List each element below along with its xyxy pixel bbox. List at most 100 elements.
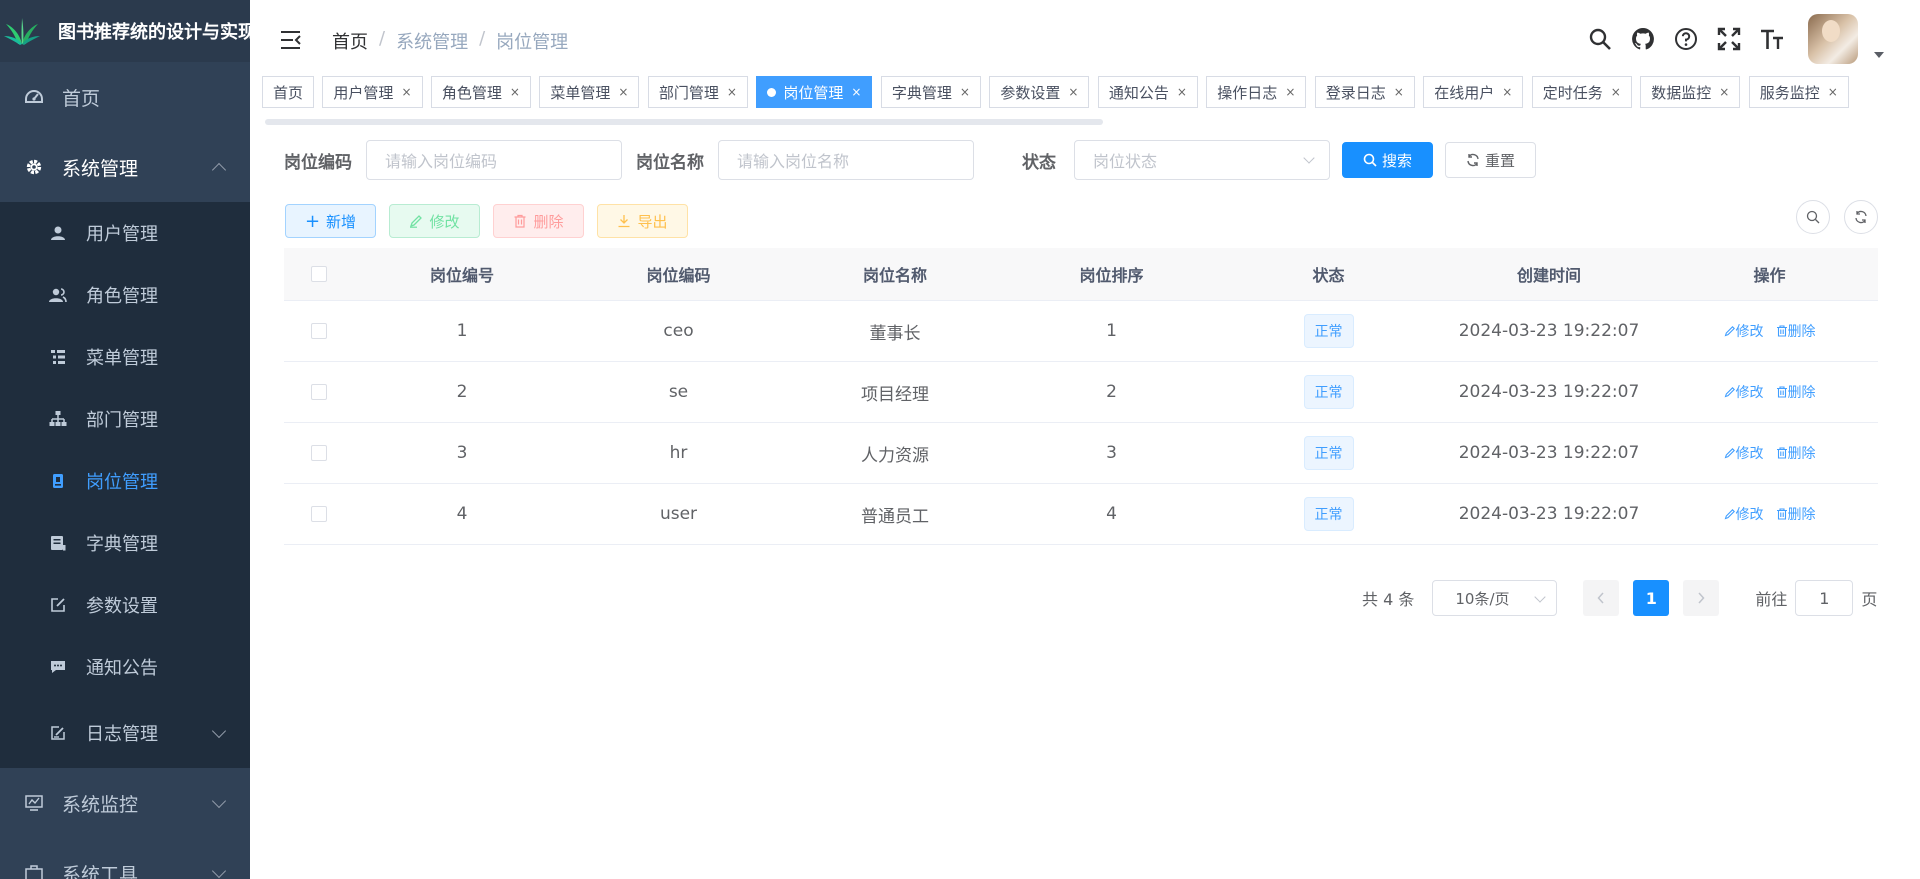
close-icon[interactable]: ×	[1719, 85, 1729, 99]
submenu-system: 用户管理 角色管理 菜单管理 部门管理 岗位管理 字典管理 参数设置 通知公告	[0, 202, 250, 768]
close-icon[interactable]: ×	[1068, 85, 1078, 99]
sidebar-item-menus[interactable]: 菜单管理	[0, 326, 250, 388]
chevron-left-icon	[1597, 592, 1604, 604]
github-icon[interactable]	[1629, 25, 1657, 53]
sidebar-item-system[interactable]: 系统管理	[0, 132, 250, 202]
search-button[interactable]: 搜索	[1342, 142, 1433, 178]
edit-button[interactable]: 修改	[389, 204, 480, 238]
font-size-icon[interactable]	[1758, 25, 1786, 53]
tag-operlog[interactable]: 操作日志 ×	[1206, 76, 1307, 108]
breadcrumb-home[interactable]: 首页	[332, 28, 368, 54]
post-sort: 2	[1106, 382, 1117, 402]
page-number-current[interactable]: 1	[1633, 580, 1670, 616]
row-edit-button[interactable]: 修改	[1724, 443, 1764, 463]
row-delete-button[interactable]: 删除	[1776, 321, 1816, 341]
dict-icon	[48, 533, 68, 553]
tag-druid[interactable]: 数据监控 ×	[1640, 76, 1741, 108]
help-icon[interactable]	[1672, 25, 1700, 53]
tag-online[interactable]: 在线用户 ×	[1423, 76, 1524, 108]
logo[interactable]: 图书推荐统的设计与实现	[0, 0, 250, 62]
close-icon[interactable]: ×	[727, 85, 737, 99]
post-name: 普通员工	[861, 506, 929, 527]
close-icon[interactable]: ×	[1828, 85, 1838, 99]
sidebar-item-logs[interactable]: 日志管理	[0, 698, 250, 768]
page-size-select[interactable]: 10条/页	[1432, 580, 1558, 616]
tag-posts[interactable]: 岗位管理 ×	[756, 76, 873, 108]
delete-button[interactable]: 删除	[493, 204, 584, 238]
add-button[interactable]: + 新增	[285, 204, 376, 238]
row-checkbox[interactable]	[311, 506, 327, 522]
row-edit-button[interactable]: 修改	[1724, 382, 1764, 402]
prev-page-button[interactable]	[1583, 580, 1620, 616]
export-button[interactable]: 导出	[597, 204, 688, 238]
post-id: 4	[456, 504, 468, 524]
close-icon[interactable]: ×	[1285, 85, 1295, 99]
close-icon[interactable]: ×	[618, 85, 628, 99]
tag-config[interactable]: 参数设置 ×	[989, 76, 1090, 108]
tag-notice[interactable]: 通知公告 ×	[1097, 76, 1198, 108]
sidebar-item-dict[interactable]: 字典管理	[0, 512, 250, 574]
tag-roles[interactable]: 角色管理 ×	[430, 76, 531, 108]
avatar[interactable]	[1808, 14, 1858, 64]
close-icon[interactable]: ×	[960, 85, 970, 99]
tag-job[interactable]: 定时任务 ×	[1531, 76, 1632, 108]
sidebar-item-monitor[interactable]: 系统监控	[0, 768, 250, 838]
refresh-table-button[interactable]	[1844, 200, 1878, 234]
toggle-search-button[interactable]	[1796, 200, 1830, 234]
fullscreen-icon[interactable]	[1715, 25, 1743, 53]
row-edit-button[interactable]: 修改	[1724, 321, 1764, 341]
row-delete-button[interactable]: 删除	[1776, 443, 1816, 463]
post-name-input[interactable]: 请输入岗位名称	[718, 140, 974, 180]
sidebar-item-label: 系统管理	[62, 157, 139, 180]
select-all-checkbox[interactable]	[311, 266, 327, 282]
row-checkbox[interactable]	[311, 445, 327, 461]
actions-cell: 修改 删除	[1661, 484, 1878, 544]
reset-button[interactable]: 重置	[1445, 142, 1536, 178]
sidebar-item-roles[interactable]: 角色管理	[0, 264, 250, 326]
delete-button-label: 删除	[533, 212, 564, 231]
status-select[interactable]: 岗位状态	[1074, 140, 1330, 180]
close-icon[interactable]: ×	[1611, 85, 1621, 99]
tag-users[interactable]: 用户管理 ×	[322, 76, 423, 108]
close-icon[interactable]: ×	[401, 85, 411, 99]
search-icon[interactable]	[1586, 25, 1614, 53]
tags-scrollbar[interactable]	[265, 119, 1103, 125]
caret-down-icon[interactable]	[1874, 52, 1884, 58]
sidebar-item-config[interactable]: 参数设置	[0, 574, 250, 636]
post-code: user	[659, 504, 698, 524]
sidebar-item-notice[interactable]: 通知公告	[0, 636, 250, 698]
close-icon[interactable]: ×	[1502, 85, 1512, 99]
sidebar-item-users[interactable]: 用户管理	[0, 202, 250, 264]
log-icon	[48, 723, 68, 743]
sidebar-item-tools[interactable]: 系统工具	[0, 838, 250, 879]
goto-page-input[interactable]: 1	[1795, 580, 1854, 616]
tag-label: 服务监控	[1759, 83, 1820, 102]
close-icon[interactable]: ×	[851, 85, 861, 99]
row-delete-label: 删除	[1787, 324, 1816, 340]
close-icon[interactable]: ×	[510, 85, 520, 99]
row-delete-button[interactable]: 删除	[1776, 504, 1816, 524]
row-delete-button[interactable]: 删除	[1776, 382, 1816, 402]
tag-dict[interactable]: 字典管理 ×	[880, 76, 981, 108]
row-checkbox[interactable]	[311, 323, 327, 339]
sidebar-item-depts[interactable]: 部门管理	[0, 388, 250, 450]
row-checkbox[interactable]	[311, 384, 327, 400]
hamburger-icon[interactable]	[280, 30, 302, 50]
tag-home[interactable]: 首页	[262, 76, 315, 108]
next-page-button[interactable]	[1683, 580, 1720, 616]
close-icon[interactable]: ×	[1394, 85, 1404, 99]
tag-menus[interactable]: 菜单管理 ×	[539, 76, 640, 108]
tag-label: 字典管理	[891, 83, 952, 102]
post-code-input[interactable]: 请输入岗位编码	[366, 140, 622, 180]
sidebar-item-posts[interactable]: 岗位管理	[0, 450, 250, 512]
sidebar-item-home[interactable]: 首页	[0, 62, 250, 132]
tag-logininfor[interactable]: 登录日志 ×	[1314, 76, 1415, 108]
row-edit-button[interactable]: 修改	[1724, 504, 1764, 524]
edit-icon	[410, 215, 423, 228]
edit-icon	[48, 595, 68, 615]
tag-depts[interactable]: 部门管理 ×	[647, 76, 748, 108]
close-icon[interactable]: ×	[1177, 85, 1187, 99]
trash-icon	[1776, 386, 1787, 398]
dashboard-icon	[24, 87, 44, 107]
tag-server[interactable]: 服务监控 ×	[1748, 76, 1849, 108]
